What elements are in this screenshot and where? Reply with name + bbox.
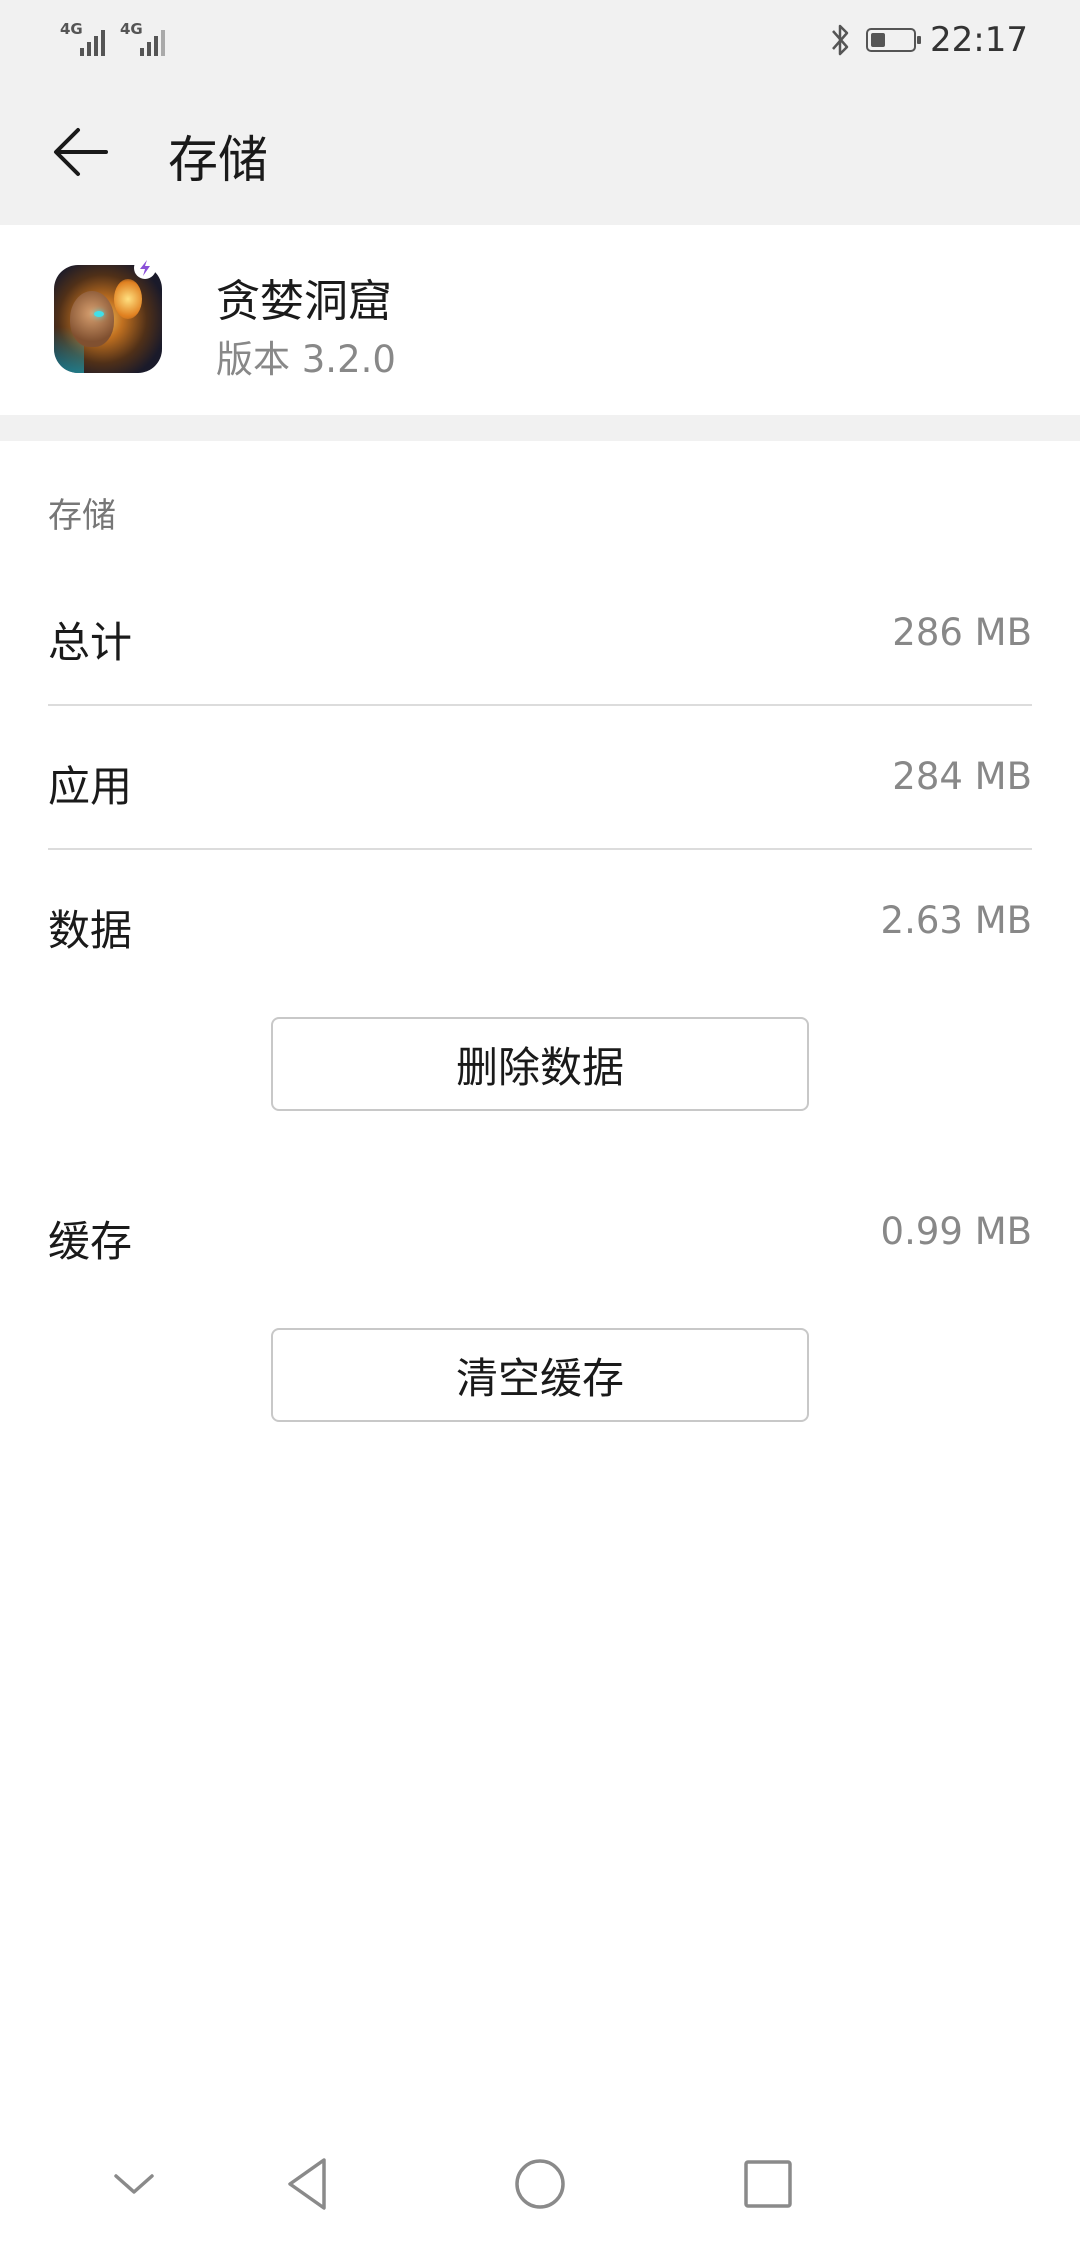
data-label: 数据 (48, 906, 133, 955)
divider (48, 704, 1032, 706)
status-bar: 4G 4G 22:17 (0, 0, 1080, 80)
bluetooth-icon (832, 24, 849, 56)
total-label: 总计 (48, 618, 133, 667)
app-icon (54, 265, 162, 373)
app-name: 贪婪洞窟 (216, 276, 392, 327)
app-version: 版本 3.2.0 (216, 338, 396, 381)
storage-row-data: 数据 2.63 MB (48, 851, 1032, 995)
app-info-card: 贪婪洞窟 版本 3.2.0 (0, 225, 1080, 415)
nav-home-button[interactable] (502, 2146, 578, 2222)
recents-square-icon (744, 2160, 792, 2208)
storage-row-app: 应用 284 MB (48, 707, 1032, 851)
section-separator (0, 415, 1080, 441)
navigation-bar (0, 2124, 1080, 2244)
cache-label: 缓存 (48, 1217, 133, 1266)
nav-back-button[interactable] (270, 2146, 346, 2222)
home-circle-icon (515, 2159, 565, 2209)
back-triangle-icon (288, 2158, 326, 2210)
app-size-value: 284 MB (892, 755, 1032, 798)
battery-icon (866, 28, 922, 52)
arrow-left-icon (54, 128, 108, 176)
app-size-label: 应用 (48, 762, 133, 811)
divider (48, 848, 1032, 850)
delete-data-button[interactable]: 删除数据 (271, 1017, 809, 1111)
cache-value: 0.99 MB (880, 1210, 1032, 1253)
section-title-storage: 存储 (48, 496, 116, 536)
total-value: 286 MB (892, 611, 1032, 654)
storage-row-cache: 缓存 0.99 MB (48, 1162, 1032, 1306)
back-button[interactable] (46, 116, 118, 188)
page-title: 存储 (168, 131, 268, 189)
nav-recents-button[interactable] (730, 2146, 806, 2222)
clear-cache-button[interactable]: 清空缓存 (271, 1328, 809, 1422)
lightning-badge-icon (134, 257, 156, 279)
title-bar: 存储 (0, 80, 1080, 225)
data-value: 2.63 MB (880, 899, 1032, 942)
status-time: 22:17 (930, 20, 1028, 60)
chevron-down-icon (114, 2174, 154, 2194)
storage-row-total: 总计 286 MB (48, 563, 1032, 707)
hide-nav-button[interactable] (96, 2146, 172, 2222)
